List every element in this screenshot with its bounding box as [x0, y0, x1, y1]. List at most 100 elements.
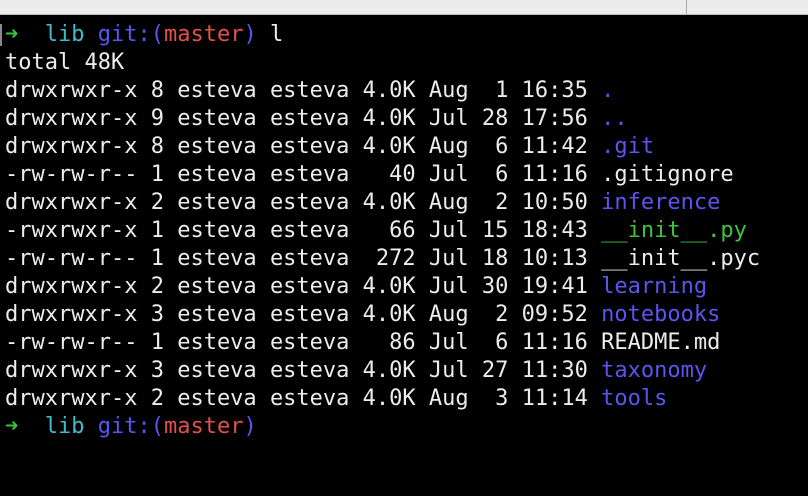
file-size: 4.0K: [362, 302, 416, 327]
file-size: 272: [362, 246, 416, 271]
file-size: 4.0K: [362, 274, 416, 299]
file-time: 11:30: [521, 358, 588, 383]
file-time: 11:42: [521, 134, 588, 159]
prompt-git-open: git:(: [97, 22, 164, 47]
file-name: inference: [601, 190, 721, 215]
link-count: 2: [150, 386, 164, 411]
prompt-line-command: ➜ lib git:(master) l: [5, 21, 283, 49]
file-time: 10:50: [521, 190, 588, 215]
file-owner: esteva: [177, 330, 257, 355]
link-count: 2: [150, 274, 164, 299]
file-permissions: drwxrwxr-x: [5, 106, 138, 131]
file-day: 2: [481, 190, 509, 215]
file-permissions: drwxrwxr-x: [5, 302, 138, 327]
listing-row: drwxrwxr-x 3 esteva esteva 4.0K Jul 27 1…: [5, 357, 707, 385]
file-permissions: drwxrwxr-x: [5, 190, 138, 215]
file-month: Jul: [428, 106, 469, 131]
file-month: Aug: [428, 134, 469, 159]
file-group: esteva: [269, 218, 350, 243]
file-time: 11:14: [521, 386, 588, 411]
file-owner: esteva: [177, 78, 257, 103]
file-group: esteva: [269, 190, 350, 215]
link-count: 3: [150, 302, 164, 327]
file-time: 17:56: [521, 106, 588, 131]
file-day: 28: [481, 106, 509, 131]
listing-row: drwxrwxr-x 9 esteva esteva 4.0K Jul 28 1…: [5, 105, 628, 133]
link-count: 2: [150, 190, 164, 215]
file-name: tools: [601, 386, 668, 411]
listing-row: drwxrwxr-x 8 esteva esteva 4.0K Aug 1 16…: [5, 77, 614, 105]
file-permissions: drwxrwxr-x: [5, 358, 138, 383]
file-size: 4.0K: [362, 386, 416, 411]
link-count: 9: [150, 106, 164, 131]
file-size: 4.0K: [362, 78, 416, 103]
file-permissions: -rw-rw-r--: [5, 162, 138, 187]
file-month: Jul: [428, 358, 469, 383]
file-name: .git: [601, 134, 655, 159]
tab-divider: [686, 0, 687, 14]
file-month: Jul: [428, 330, 469, 355]
listing-row: drwxrwxr-x 3 esteva esteva 4.0K Aug 2 09…: [5, 301, 720, 329]
file-month: Jul: [428, 246, 469, 271]
file-permissions: -rw-rw-r--: [5, 330, 138, 355]
file-month: Aug: [428, 386, 469, 411]
file-time: 19:41: [521, 274, 588, 299]
file-permissions: drwxrwxr-x: [5, 78, 138, 103]
file-group: esteva: [269, 246, 350, 271]
prompt-line-current[interactable]: ➜ lib git:(master): [5, 413, 257, 441]
prompt-arrow-icon: ➜: [5, 22, 19, 47]
listing-row: drwxrwxr-x 2 esteva esteva 4.0K Aug 3 11…: [5, 385, 667, 413]
file-owner: esteva: [177, 274, 257, 299]
file-day: 6: [481, 162, 509, 187]
file-time: 10:13: [521, 246, 588, 271]
typed-command: l: [269, 22, 284, 47]
file-size: 40: [362, 162, 416, 187]
file-day: 27: [481, 358, 509, 383]
file-month: Aug: [428, 190, 469, 215]
file-month: Aug: [428, 302, 469, 327]
file-group: esteva: [269, 134, 350, 159]
prompt-git-close: ): [243, 414, 257, 439]
file-day: 6: [481, 134, 509, 159]
file-owner: esteva: [177, 134, 257, 159]
terminal-output[interactable]: ➜ lib git:(master) l total 48K drwxrwxr-…: [0, 15, 808, 496]
file-owner: esteva: [177, 106, 257, 131]
listing-row: -rw-rw-r-- 1 esteva esteva 86 Jul 6 11:1…: [5, 329, 720, 357]
file-size: 66: [362, 218, 416, 243]
file-time: 11:16: [521, 330, 588, 355]
file-permissions: -rw-rw-r--: [5, 246, 138, 271]
file-group: esteva: [269, 78, 350, 103]
prompt-arrow-icon: ➜: [5, 414, 19, 439]
file-name: learning: [601, 274, 708, 299]
file-day: 6: [481, 330, 509, 355]
file-owner: esteva: [177, 302, 257, 327]
file-name: .gitignore: [601, 162, 734, 187]
file-name: __init__.pyc: [601, 246, 761, 271]
file-time: 18:43: [521, 218, 588, 243]
prompt-directory: lib: [44, 414, 85, 439]
file-group: esteva: [269, 358, 350, 383]
link-count: 1: [150, 218, 164, 243]
file-month: Jul: [428, 218, 469, 243]
file-permissions: drwxrwxr-x: [5, 274, 138, 299]
listing-row: drwxrwxr-x 2 esteva esteva 4.0K Aug 2 10…: [5, 189, 720, 217]
file-size: 4.0K: [362, 190, 416, 215]
file-name: README.md: [601, 330, 721, 355]
file-name: .: [601, 78, 615, 103]
file-owner: esteva: [177, 246, 257, 271]
file-day: 15: [481, 218, 509, 243]
link-count: 8: [150, 78, 164, 103]
file-name: __init__.py: [601, 218, 747, 243]
listing-row: -rw-rw-r-- 1 esteva esteva 40 Jul 6 11:1…: [5, 161, 734, 189]
file-time: 09:52: [521, 302, 588, 327]
prompt-directory: lib: [44, 22, 85, 47]
file-name: notebooks: [601, 302, 721, 327]
link-count: 1: [150, 330, 164, 355]
file-group: esteva: [269, 386, 350, 411]
file-size: 4.0K: [362, 134, 416, 159]
file-permissions: drwxrwxr-x: [5, 134, 138, 159]
file-day: 18: [481, 246, 509, 271]
file-day: 30: [481, 274, 509, 299]
link-count: 3: [150, 358, 164, 383]
file-owner: esteva: [177, 162, 257, 187]
